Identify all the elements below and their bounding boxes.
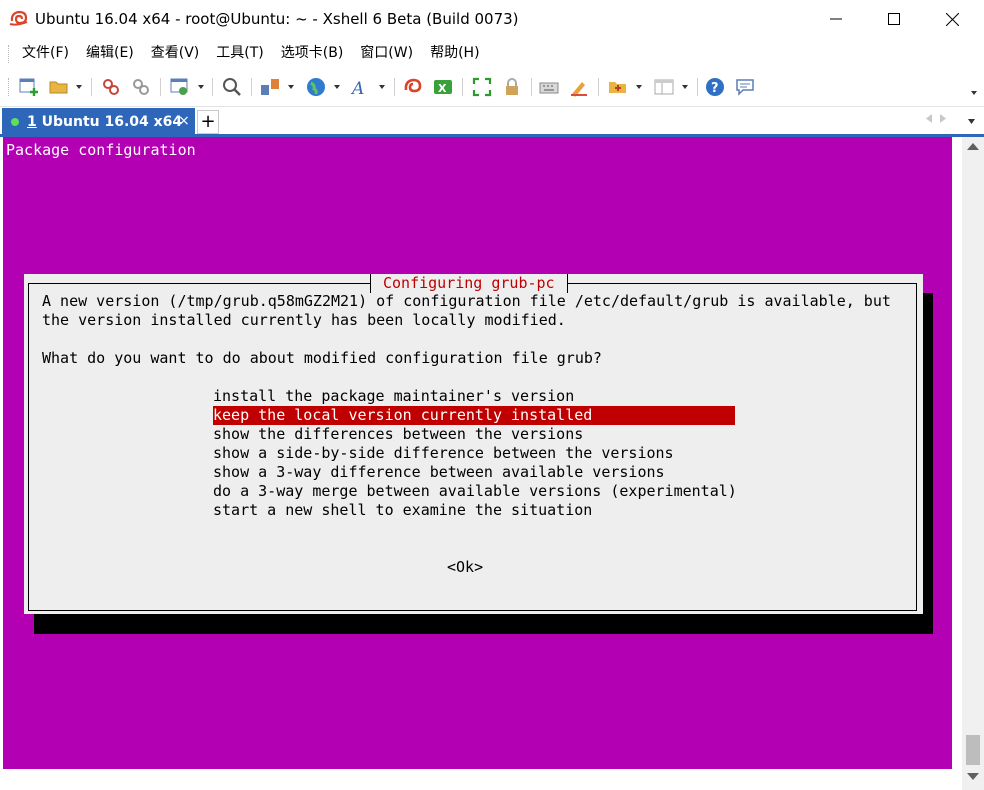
menu-tabs[interactable]: 选项卡(B) bbox=[281, 38, 344, 68]
compose-icon[interactable] bbox=[608, 77, 628, 97]
globe-dropdown-icon[interactable] bbox=[334, 85, 340, 89]
properties-dropdown-icon[interactable] bbox=[198, 85, 204, 89]
tab-list-dropdown-icon[interactable] bbox=[968, 119, 975, 124]
new-session-icon[interactable] bbox=[19, 77, 39, 97]
transfer-dropdown-icon[interactable] bbox=[288, 85, 294, 89]
find-icon[interactable] bbox=[222, 77, 242, 97]
tab-bar: 1 Ubuntu 16.04 x64 × + bbox=[0, 107, 984, 136]
lock-icon[interactable] bbox=[502, 77, 522, 97]
toolbar: A X ? bbox=[0, 68, 984, 107]
layout-icon[interactable] bbox=[654, 77, 674, 97]
globe-icon[interactable] bbox=[306, 77, 326, 97]
svg-text:?: ? bbox=[711, 81, 719, 96]
tab-ubuntu-session[interactable]: 1 Ubuntu 16.04 x64 × bbox=[2, 108, 195, 136]
highlight-icon[interactable] bbox=[569, 77, 589, 97]
tab-scroll-right-icon[interactable] bbox=[940, 114, 946, 123]
tab-label: 1 Ubuntu 16.04 x64 bbox=[27, 108, 182, 136]
option-side-by-side-diff[interactable]: show a side-by-side difference between t… bbox=[213, 444, 674, 463]
dialog-title: Configuring grub-pc bbox=[370, 274, 568, 293]
option-install-maintainer-version[interactable]: install the package maintainer's version bbox=[213, 387, 574, 406]
menu-view[interactable]: 查看(V) bbox=[151, 38, 200, 68]
font-dropdown-icon[interactable] bbox=[379, 85, 385, 89]
terminal-header-text: Package configuration bbox=[6, 141, 196, 159]
menu-tools[interactable]: 工具(T) bbox=[216, 38, 263, 68]
connected-status-icon bbox=[11, 118, 19, 126]
option-show-differences[interactable]: show the differences between the version… bbox=[213, 425, 583, 444]
dialog-message-line-1: A new version (/tmp/grub.q58mGZ2M21) of … bbox=[42, 292, 891, 310]
compose-dropdown-icon[interactable] bbox=[636, 85, 642, 89]
menu-grip bbox=[8, 45, 11, 63]
scroll-down-icon[interactable] bbox=[967, 773, 979, 780]
menu-window[interactable]: 窗口(W) bbox=[360, 38, 413, 68]
svg-text:A: A bbox=[351, 79, 364, 97]
close-button[interactable] bbox=[924, 0, 980, 38]
transfer-icon[interactable] bbox=[260, 77, 280, 97]
fullscreen-icon[interactable] bbox=[472, 77, 492, 97]
keyboard-icon[interactable] bbox=[539, 77, 559, 97]
toolbar-overflow-icon[interactable] bbox=[971, 91, 977, 95]
minimize-icon bbox=[830, 18, 842, 20]
tab-close-icon[interactable]: × bbox=[178, 108, 190, 135]
terminal-screen[interactable]: Package configuration Configuring grub-p… bbox=[3, 137, 952, 769]
open-folder-icon[interactable] bbox=[49, 77, 69, 97]
new-tab-button[interactable]: + bbox=[197, 110, 219, 134]
help-icon[interactable]: ? bbox=[705, 77, 725, 97]
menu-bar: 文件(F) 编辑(E) 查看(V) 工具(T) 选项卡(B) 窗口(W) 帮助(… bbox=[0, 38, 984, 68]
open-dropdown-icon[interactable] bbox=[76, 85, 82, 89]
dialog-question: What do you want to do about modified co… bbox=[42, 349, 602, 367]
maximize-icon bbox=[888, 13, 900, 25]
window-title: Ubuntu 16.04 x64 - root@Ubuntu: ~ - Xshe… bbox=[35, 10, 519, 28]
chat-icon[interactable] bbox=[735, 77, 755, 97]
tab-title: Ubuntu 16.04 x64 bbox=[36, 114, 183, 130]
tab-number: 1 bbox=[27, 114, 37, 130]
xshell-logo-icon bbox=[9, 10, 28, 26]
option-start-shell[interactable]: start a new shell to examine the situati… bbox=[213, 501, 592, 520]
reconnect-icon[interactable] bbox=[101, 77, 121, 97]
xftp-icon[interactable] bbox=[403, 77, 423, 97]
dialog-message-line-2: the version installed currently has been… bbox=[42, 311, 566, 329]
scroll-up-icon[interactable] bbox=[967, 143, 979, 150]
font-icon[interactable]: A bbox=[351, 77, 371, 97]
grub-config-dialog: Configuring grub-pc A new version (/tmp/… bbox=[24, 274, 923, 614]
terminal-scrollbar[interactable] bbox=[962, 137, 984, 790]
menu-edit[interactable]: 编辑(E) bbox=[86, 38, 134, 68]
menu-file[interactable]: 文件(F) bbox=[22, 38, 69, 68]
option-3-way-merge[interactable]: do a 3-way merge between available versi… bbox=[213, 482, 737, 501]
properties-icon[interactable] bbox=[170, 77, 190, 97]
layout-dropdown-icon[interactable] bbox=[682, 85, 688, 89]
tab-scroll-arrows bbox=[926, 114, 946, 123]
scroll-thumb[interactable] bbox=[966, 735, 980, 765]
title-bar: Ubuntu 16.04 x64 - root@Ubuntu: ~ - Xshe… bbox=[0, 0, 984, 38]
disconnect-icon[interactable] bbox=[131, 77, 151, 97]
xmanager-icon[interactable]: X bbox=[433, 77, 453, 97]
option-3-way-diff[interactable]: show a 3-way difference between availabl… bbox=[213, 463, 665, 482]
maximize-button[interactable] bbox=[866, 0, 922, 38]
minimize-button[interactable] bbox=[808, 0, 864, 38]
ok-button[interactable]: <Ok> bbox=[447, 558, 483, 577]
option-keep-local-version[interactable]: keep the local version currently install… bbox=[213, 406, 735, 425]
tab-scroll-left-icon[interactable] bbox=[926, 114, 932, 123]
close-icon bbox=[945, 12, 959, 26]
menu-help[interactable]: 帮助(H) bbox=[430, 38, 479, 68]
svg-text:X: X bbox=[438, 82, 447, 95]
